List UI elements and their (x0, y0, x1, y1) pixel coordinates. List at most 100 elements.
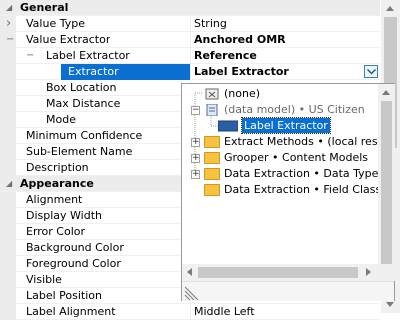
property-name: Value Type (26, 17, 85, 30)
property-name: Box Location (46, 81, 117, 94)
scroll-down-arrow-icon[interactable] (386, 302, 394, 307)
tree-node[interactable]: − (data model) • US Citizen (182, 102, 378, 118)
row-gutter (0, 272, 16, 288)
expand-plus-icon[interactable]: + (191, 154, 200, 163)
none-icon (204, 88, 220, 100)
row-gutter (0, 304, 16, 320)
property-row[interactable]: › Value Type String (0, 16, 380, 32)
property-value[interactable]: Reference (194, 49, 257, 62)
row-gutter (0, 288, 16, 304)
data-model-glyph-icon (206, 103, 218, 117)
row-gutter (0, 96, 16, 112)
data-model-icon (204, 103, 220, 117)
row-gutter (0, 144, 16, 160)
column-separator[interactable] (190, 64, 191, 80)
row-gutter (0, 240, 16, 256)
property-name: Foreground Color (26, 257, 121, 270)
property-name: Label Alignment (26, 305, 116, 318)
property-name: Alignment (26, 193, 83, 206)
row-gutter (0, 192, 16, 208)
collapse-icon[interactable]: ◢ (6, 176, 12, 191)
category-row[interactable]: ◢ General (0, 0, 380, 16)
row-gutter (0, 208, 16, 224)
scroll-up-arrow-icon[interactable] (382, 90, 390, 95)
expand-chevron-icon[interactable]: › (6, 16, 11, 31)
tree-node[interactable]: Label Extractor (182, 117, 378, 134)
collapse-minus-icon[interactable]: − (6, 32, 14, 47)
property-name: Value Extractor (26, 33, 111, 46)
property-value[interactable]: String (194, 17, 227, 30)
scroll-left-arrow-icon[interactable] (187, 268, 192, 276)
chevron-down-icon (367, 69, 376, 75)
tree-node[interactable]: (none) (182, 86, 378, 102)
dropdown-horizontal-scrollbar[interactable] (182, 264, 378, 281)
property-name: Background Color (26, 241, 124, 254)
folder-icon (204, 184, 220, 196)
dropdown-button[interactable] (364, 65, 378, 78)
row-gutter (0, 256, 16, 272)
column-separator[interactable] (190, 16, 191, 32)
expand-plus-icon[interactable]: + (191, 170, 200, 179)
tree-node[interactable]: + Extract Methods • (local resource) (182, 134, 378, 150)
property-name: Description (26, 161, 89, 174)
column-separator[interactable] (190, 32, 191, 48)
row-gutter (0, 112, 16, 128)
extractor-dropdown-popup: (none) − (data model) • US Citizen Label Ex… (181, 83, 395, 301)
tree-node[interactable]: Data Extraction • Field Classes (182, 182, 378, 198)
row-gutter (0, 80, 16, 96)
property-name: Max Distance (46, 97, 121, 110)
collapse-icon[interactable]: ◢ (6, 0, 12, 15)
tree-node-label[interactable]: Label Extractor (241, 117, 331, 134)
tree-node[interactable]: + Grooper • Content Models (182, 150, 378, 166)
property-row[interactable]: − Value Extractor Anchored OMR (0, 32, 380, 48)
property-value[interactable]: Label Extractor (194, 65, 289, 78)
collapse-minus-icon[interactable]: − (191, 106, 200, 115)
row-gutter (0, 160, 16, 176)
property-name: Extractor (68, 65, 119, 78)
property-row[interactable]: Extractor Label Extractor (0, 64, 380, 80)
row-gutter (0, 64, 16, 80)
folder-icon (204, 168, 220, 180)
expand-plus-icon[interactable]: + (191, 138, 200, 147)
tree-node[interactable]: + Data Extraction • Data Types (182, 166, 378, 182)
collapse-minus-icon[interactable]: − (26, 48, 34, 63)
property-row[interactable]: Label Alignment Middle Left (0, 304, 380, 320)
extractor-tree: (none) − (data model) • US Citizen Label Ex… (182, 84, 378, 280)
property-name: Sub-Element Name (26, 145, 133, 158)
scroll-up-arrow-icon[interactable] (386, 6, 394, 11)
tree-node-label[interactable]: Grooper • Content Models (224, 151, 368, 164)
property-name: Label Extractor (46, 49, 130, 62)
property-name: Display Width (26, 209, 103, 222)
property-name: Visible (26, 273, 62, 286)
property-value[interactable]: Anchored OMR (194, 33, 286, 46)
grip-lines-icon (184, 286, 199, 300)
extractor-badge-glyph-icon (217, 120, 239, 132)
property-name: Appearance (20, 177, 94, 190)
tree-node-label[interactable]: (none) (224, 87, 260, 100)
property-name: Error Color (26, 225, 86, 238)
extractor-badge-icon (217, 120, 239, 132)
tree-node-label[interactable]: Extract Methods • (local resource) (224, 135, 378, 148)
dropdown-vertical-scrollbar[interactable] (378, 84, 395, 281)
property-row[interactable]: − Label Extractor Reference (0, 48, 380, 64)
row-gutter (0, 224, 16, 240)
folder-icon (204, 152, 220, 164)
tree-node-label[interactable]: Data Extraction • Field Classes (224, 183, 378, 196)
row-gutter (0, 48, 16, 64)
scroll-right-arrow-icon[interactable] (366, 268, 371, 276)
tree-node-label[interactable]: (data model) • US Citizen (224, 103, 365, 116)
property-value[interactable]: Middle Left (194, 305, 255, 318)
property-name: Label Position (26, 289, 103, 302)
row-gutter (0, 128, 16, 144)
folder-icon (204, 136, 220, 148)
property-name: Minimum Confidence (26, 129, 143, 142)
column-separator[interactable] (190, 48, 191, 64)
property-name: Mode (46, 113, 76, 126)
column-separator[interactable] (190, 304, 191, 320)
property-name: General (20, 1, 69, 14)
scrollbar-thumb[interactable] (198, 267, 358, 278)
tree-node-label[interactable]: Data Extraction • Data Types (224, 167, 378, 180)
scrollbar-thumb[interactable] (381, 101, 392, 264)
resize-grip-icon[interactable] (182, 281, 394, 301)
none-glyph-icon (205, 88, 219, 100)
